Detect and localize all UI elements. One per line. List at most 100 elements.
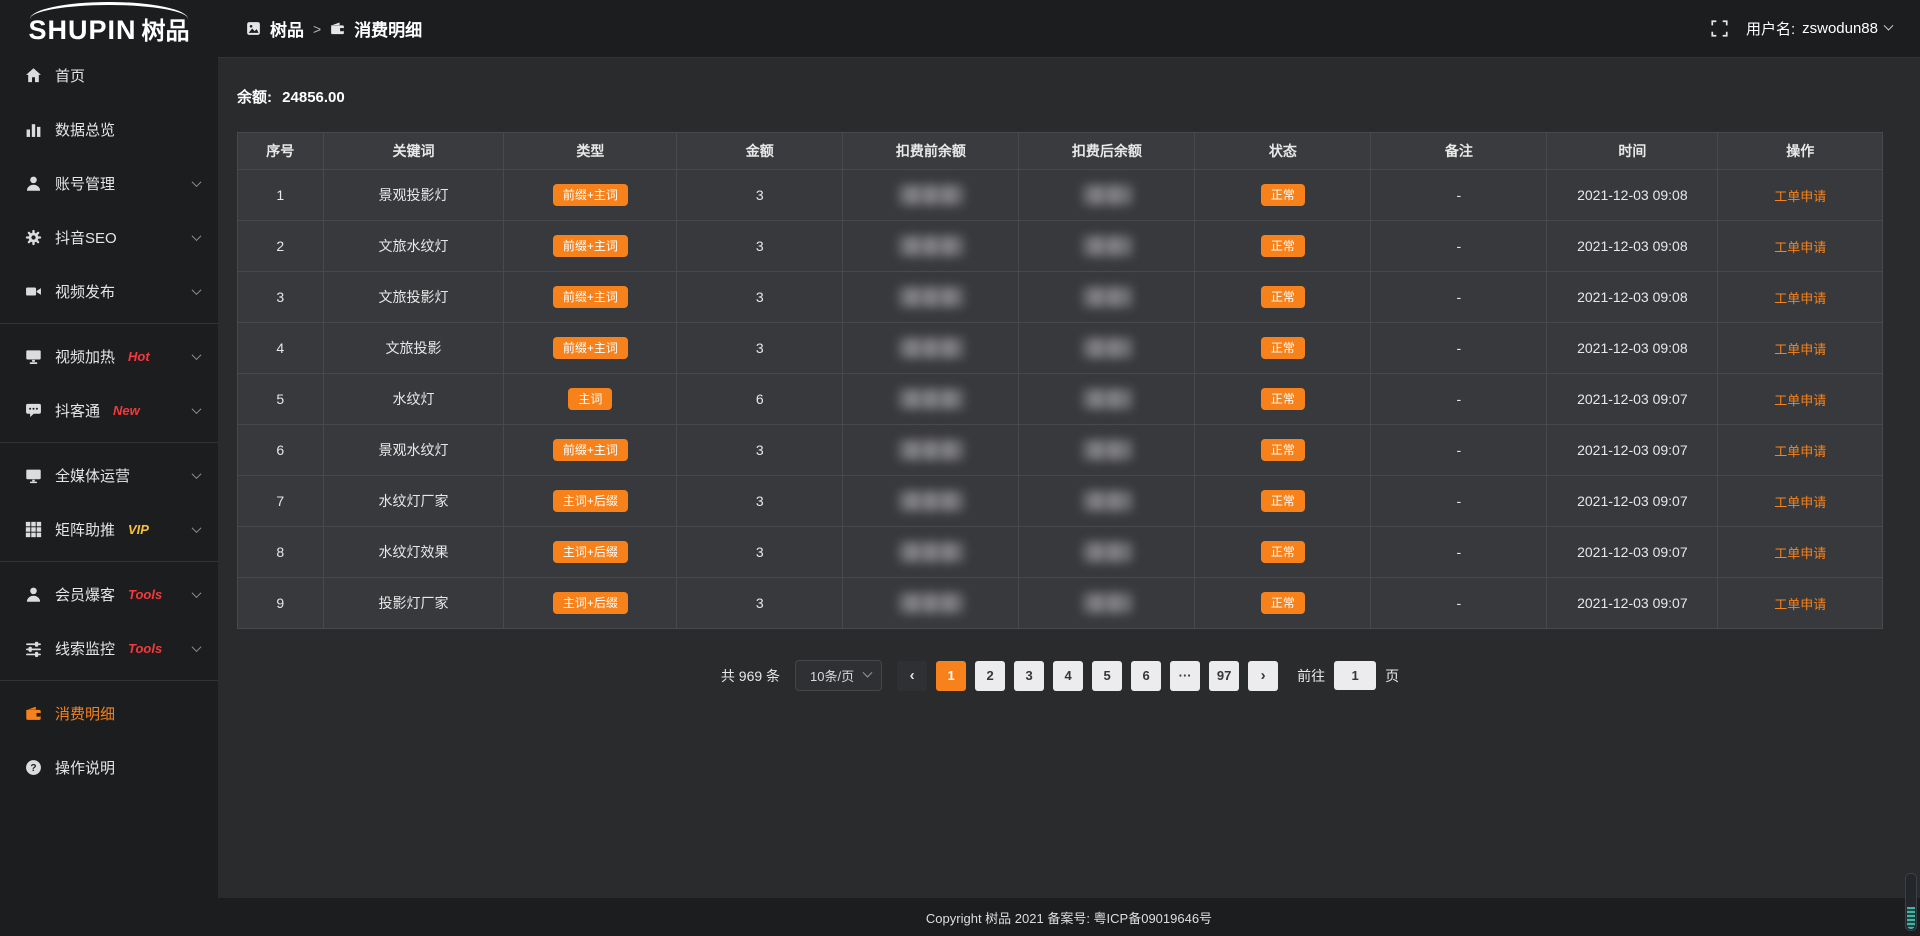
next-page-button[interactable]: › xyxy=(1248,661,1278,691)
cell-time: 2021-12-03 09:08 xyxy=(1547,221,1718,272)
redacted-value xyxy=(899,338,963,358)
cell-balance-before xyxy=(843,527,1019,578)
type-badge: 主词 xyxy=(568,388,612,410)
work-order-link[interactable]: 工单申请 xyxy=(1774,444,1826,459)
type-badge: 前缀+主词 xyxy=(553,337,628,359)
work-order-link[interactable]: 工单申请 xyxy=(1774,291,1826,306)
video-camera-icon xyxy=(25,283,42,300)
type-badge: 前缀+主词 xyxy=(553,235,628,257)
sidebar-item-all-media[interactable]: 全媒体运营 xyxy=(0,448,218,502)
sidebar-item-home[interactable]: 首页 xyxy=(0,48,218,102)
work-order-link[interactable]: 工单申请 xyxy=(1774,546,1826,561)
sidebar-item-douyin-seo[interactable]: 抖音SEO xyxy=(0,210,218,264)
cell-index: 3 xyxy=(238,272,324,323)
work-order-link[interactable]: 工单申请 xyxy=(1774,495,1826,510)
work-order-link[interactable]: 工单申请 xyxy=(1774,342,1826,357)
cell-keyword: 文旅投影灯 xyxy=(323,272,504,323)
redacted-value xyxy=(899,593,963,613)
page-button[interactable]: 3 xyxy=(1014,661,1044,691)
page-size-select[interactable]: 10条/页 xyxy=(795,660,882,691)
page-button[interactable]: 2 xyxy=(975,661,1005,691)
redacted-value xyxy=(1083,338,1131,358)
cell-index: 5 xyxy=(238,374,324,425)
work-order-link[interactable]: 工单申请 xyxy=(1774,393,1826,408)
sidebar-item-label: 会员爆客 xyxy=(55,584,115,605)
cell-balance-before xyxy=(843,221,1019,272)
scrollbar-widget[interactable] xyxy=(1905,873,1917,931)
cell-amount: 6 xyxy=(677,374,843,425)
cell-index: 2 xyxy=(238,221,324,272)
status-badge: 正常 xyxy=(1261,592,1305,614)
main-content: 余额: 24856.00 序号关键词类型金额扣费前余额扣费后余额状态备注时间操作… xyxy=(218,58,1920,936)
goto-page-input[interactable] xyxy=(1334,661,1376,690)
cell-balance-after xyxy=(1019,323,1195,374)
balance-label: 余额: xyxy=(237,89,272,106)
page-button[interactable]: 5 xyxy=(1092,661,1122,691)
sidebar-item-lead-monitor[interactable]: 线索监控 Tools xyxy=(0,621,218,675)
sidebar-item-video-heat[interactable]: 视频加热 Hot xyxy=(0,329,218,383)
column-header: 时间 xyxy=(1547,133,1718,170)
column-header: 备注 xyxy=(1371,133,1547,170)
menu-divider xyxy=(0,442,218,443)
status-badge: 正常 xyxy=(1261,235,1305,257)
sidebar-item-matrix-boost[interactable]: 矩阵助推 VIP xyxy=(0,502,218,556)
cell-keyword: 文旅水纹灯 xyxy=(323,221,504,272)
sidebar-item-instructions[interactable]: ? 操作说明 xyxy=(0,740,218,794)
work-order-link[interactable]: 工单申请 xyxy=(1774,240,1826,255)
column-header: 扣费后余额 xyxy=(1019,133,1195,170)
cell-remark: - xyxy=(1371,272,1547,323)
status-badge: 正常 xyxy=(1261,541,1305,563)
sidebar-item-douketong[interactable]: 抖客通 New xyxy=(0,383,218,437)
logo-text-cn: 树品 xyxy=(142,11,190,46)
page-button[interactable]: 97 xyxy=(1209,661,1239,691)
topbar: 树品 > 消费明细 用户名: zswodun88 xyxy=(218,0,1920,58)
cell-balance-after xyxy=(1019,425,1195,476)
type-badge: 前缀+主词 xyxy=(553,184,628,206)
question-circle-icon: ? xyxy=(25,759,42,776)
page-button[interactable]: 6 xyxy=(1131,661,1161,691)
page-size-value: 10条/页 xyxy=(810,666,854,685)
breadcrumb-home[interactable]: 树品 xyxy=(270,16,304,41)
cell-balance-after xyxy=(1019,170,1195,221)
user-menu[interactable]: 用户名: zswodun88 xyxy=(1746,18,1892,39)
sidebar-item-label: 首页 xyxy=(55,65,85,86)
sidebar-item-label: 视频加热 xyxy=(55,346,115,367)
chevron-down-icon xyxy=(192,469,202,479)
sidebar-item-member-burst[interactable]: 会员爆客 Tools xyxy=(0,567,218,621)
fullscreen-icon[interactable] xyxy=(1711,20,1728,37)
redacted-value xyxy=(899,185,963,205)
cell-remark: - xyxy=(1371,323,1547,374)
redacted-value xyxy=(1083,593,1131,613)
chat-bubble-icon xyxy=(25,402,42,419)
app-logo: SHUPIN 树品 xyxy=(0,0,218,46)
column-header: 金额 xyxy=(677,133,843,170)
sidebar-item-consumption-detail[interactable]: 消费明细 xyxy=(0,686,218,740)
redacted-value xyxy=(899,389,963,409)
page-button[interactable]: 1 xyxy=(936,661,966,691)
work-order-link[interactable]: 工单申请 xyxy=(1774,189,1826,204)
cell-balance-after xyxy=(1019,272,1195,323)
column-header: 关键词 xyxy=(323,133,504,170)
cell-time: 2021-12-03 09:08 xyxy=(1547,272,1718,323)
prev-page-button[interactable]: ‹ xyxy=(897,661,927,691)
column-header: 操作 xyxy=(1718,133,1883,170)
goto-label: 前往 xyxy=(1297,666,1325,686)
work-order-link[interactable]: 工单申请 xyxy=(1774,597,1826,612)
sidebar-item-video-publish[interactable]: 视频发布 xyxy=(0,264,218,318)
cell-time: 2021-12-03 09:07 xyxy=(1547,476,1718,527)
cell-balance-after xyxy=(1019,221,1195,272)
page-button[interactable]: ··· xyxy=(1170,661,1200,691)
page-button[interactable]: 4 xyxy=(1053,661,1083,691)
cell-amount: 3 xyxy=(677,323,843,374)
page-list: 123456 ··· 97 xyxy=(936,661,1239,691)
sidebar-item-account-mgmt[interactable]: 账号管理 xyxy=(0,156,218,210)
goto-suffix: 页 xyxy=(1385,666,1399,686)
cell-keyword: 文旅投影 xyxy=(323,323,504,374)
cell-amount: 3 xyxy=(677,221,843,272)
cell-amount: 3 xyxy=(677,527,843,578)
sidebar-item-data-overview[interactable]: 数据总览 xyxy=(0,102,218,156)
svg-text:?: ? xyxy=(30,763,36,774)
home-icon xyxy=(25,67,42,84)
sidebar-item-label: 视频发布 xyxy=(55,281,115,302)
cell-amount: 3 xyxy=(677,425,843,476)
